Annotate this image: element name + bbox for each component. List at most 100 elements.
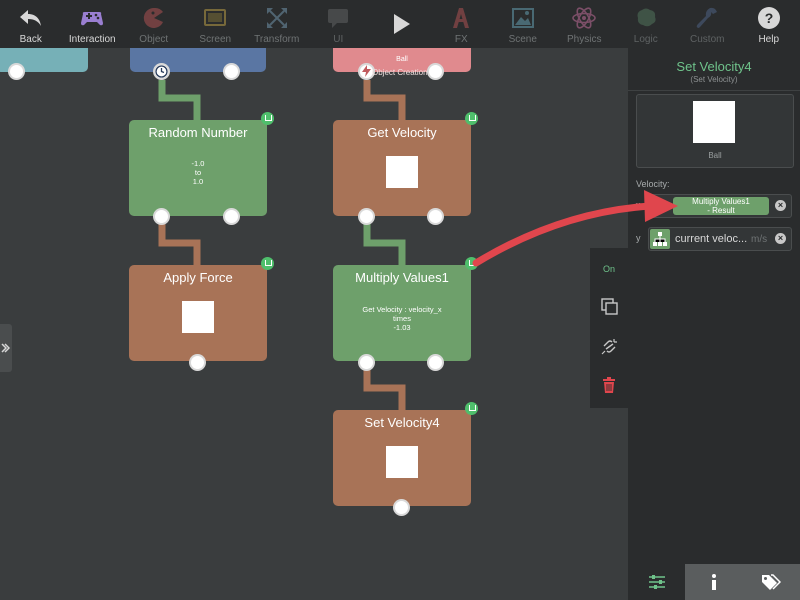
toolbar-custom[interactable]: Custom — [677, 0, 739, 48]
linked-value-line1: Multiply Values1 — [692, 197, 750, 206]
hierarchy-link-icon[interactable] — [650, 229, 670, 249]
toolbar-physics[interactable]: Physics — [554, 0, 616, 48]
clear-icon[interactable]: × — [775, 233, 786, 244]
atom-icon — [572, 7, 597, 29]
output-port[interactable] — [393, 499, 410, 516]
export-icon[interactable] — [261, 257, 274, 270]
toolbar-logic[interactable]: Logic — [615, 0, 677, 48]
panel-tabs — [628, 564, 800, 600]
set-velocity-node[interactable]: Set Velocity4 — [333, 410, 471, 506]
toolbar-back[interactable]: Back — [0, 0, 62, 48]
duplicate-icon[interactable] — [601, 298, 618, 315]
toolbar-label: Interaction — [68, 34, 116, 45]
toolbar-label: Object — [139, 34, 169, 45]
multiply-values-node[interactable]: Multiply Values1 Get Velocity : velocity… — [333, 265, 471, 361]
linked-value-chip[interactable]: Multiply Values1 - Result — [673, 197, 769, 215]
export-icon[interactable] — [465, 257, 478, 270]
node-body-line: to — [194, 168, 202, 177]
brain-icon — [637, 8, 656, 27]
random-number-node[interactable]: Random Number -1.0 to 1.0 — [129, 120, 267, 216]
node-enabled-toggle[interactable]: On — [590, 264, 628, 274]
image-icon — [511, 8, 534, 28]
apply-force-node[interactable]: Apply Force — [129, 265, 267, 361]
velocity-y-field[interactable]: current veloc... m/s × — [648, 227, 792, 251]
get-velocity-node[interactable]: Get Velocity — [333, 120, 471, 216]
unlink-icon[interactable] — [601, 338, 618, 355]
divider — [628, 90, 800, 91]
x-label: x — [636, 200, 641, 210]
output-port[interactable] — [223, 208, 240, 225]
chevron-right-icon — [1, 343, 10, 353]
transform-icon — [266, 8, 287, 28]
output-port[interactable] — [358, 208, 375, 225]
trash-icon[interactable] — [602, 377, 616, 393]
node-title: Multiply Values1 — [355, 270, 449, 285]
clear-icon[interactable]: × — [775, 200, 786, 211]
node-title: Get Velocity — [367, 125, 437, 140]
velocity-label: Velocity: — [636, 179, 670, 189]
svg-text:?: ? — [764, 10, 773, 26]
toolbar-play[interactable] — [369, 0, 431, 48]
output-port[interactable] — [153, 208, 170, 225]
velocity-x-field[interactable]: Multiply Values1 - Result × — [648, 194, 792, 218]
object-thumbnail — [386, 156, 418, 188]
toolbar-screen[interactable]: Screen — [185, 0, 247, 48]
node-body-line: 1.0 — [192, 177, 204, 186]
hierarchy-icon — [653, 232, 667, 246]
panel-title: Set Velocity4 — [676, 59, 752, 74]
export-icon[interactable] — [465, 112, 478, 125]
export-icon[interactable] — [261, 112, 274, 125]
output-port[interactable] — [427, 208, 444, 225]
pacman-icon — [143, 7, 163, 28]
info-icon — [711, 574, 716, 590]
connection-wires — [158, 80, 406, 410]
left-drawer-handle[interactable] — [0, 324, 12, 372]
wrench-icon — [696, 7, 718, 29]
tab-parameters[interactable] — [628, 564, 686, 600]
toolbar-scene[interactable]: Scene — [492, 0, 554, 48]
node-title: Apply Force — [163, 270, 233, 285]
export-icon[interactable] — [465, 402, 478, 415]
play-icon — [393, 14, 410, 34]
toolbar-help[interactable]: ? Help — [738, 0, 800, 48]
toolbar-ui[interactable]: UI — [308, 0, 370, 48]
toolbar-label: Transform — [254, 34, 300, 45]
node-body-line: Get Velocity : velocity_x — [362, 305, 442, 314]
screen-icon — [204, 9, 227, 26]
toolbar-interaction[interactable]: Interaction — [62, 0, 124, 48]
output-port[interactable] — [358, 354, 375, 371]
output-port[interactable] — [189, 354, 206, 371]
tab-info[interactable] — [685, 564, 743, 600]
y-label: y — [636, 233, 641, 243]
gamepad-icon — [81, 12, 104, 26]
fx-icon — [453, 8, 470, 28]
toolbar-transform[interactable]: Transform — [246, 0, 308, 48]
top-toolbar: Back Interaction Object Screen Transform… — [0, 0, 800, 48]
y-value-text: current veloc... — [675, 233, 748, 245]
object-thumbnail — [693, 101, 735, 143]
object-name: Ball — [708, 151, 722, 160]
toolbar-label: Custom — [690, 34, 725, 45]
toolbar-fx[interactable]: FX — [431, 0, 493, 48]
toolbar-label: Help — [758, 34, 780, 45]
node-body-line: -1.0 — [191, 159, 205, 168]
node-body-line: times — [393, 314, 411, 323]
properties-panel: Set Velocity4 (Set Velocity) Ball Veloci… — [628, 48, 800, 600]
node-canvas[interactable]: Ball Object Creation Random Number -1.0 … — [0, 48, 628, 600]
y-unit-text: m/s — [751, 234, 768, 245]
sliders-icon — [648, 575, 665, 589]
output-port[interactable] — [427, 354, 444, 371]
panel-subtitle: (Set Velocity) — [690, 75, 738, 84]
node-title: Set Velocity4 — [364, 415, 440, 430]
help-icon: ? — [757, 7, 780, 29]
object-thumbnail — [182, 301, 214, 333]
toolbar-label: UI — [333, 34, 344, 45]
speech-bubble-icon — [328, 9, 349, 28]
toolbar-label: Scene — [508, 34, 537, 45]
tab-tags[interactable] — [742, 564, 800, 600]
toolbar-object[interactable]: Object — [123, 0, 185, 48]
toolbar-label: FX — [454, 34, 468, 45]
back-arrow-icon — [19, 10, 41, 26]
object-preview[interactable]: Ball — [636, 94, 794, 168]
toolbar-label: Screen — [199, 34, 232, 45]
